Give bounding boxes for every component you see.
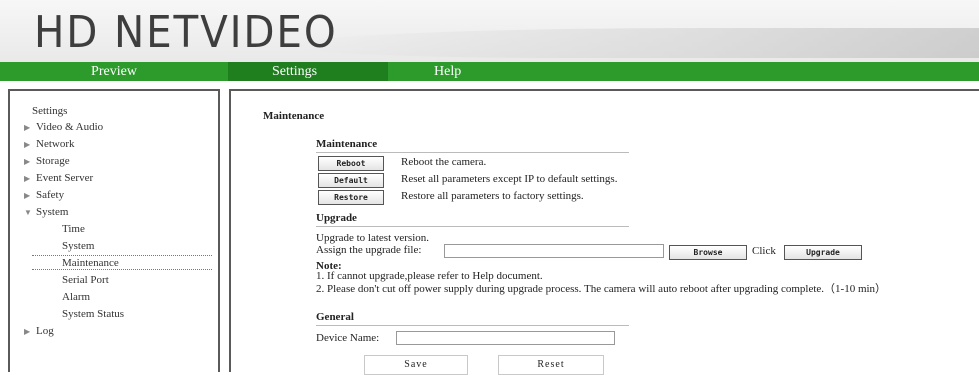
page-title: Maintenance — [263, 110, 325, 122]
sidebar-subitem-time[interactable]: Time — [62, 222, 85, 237]
sidebar-item-label: Event Server — [36, 172, 94, 184]
sidebar-item-video-audio[interactable]: ▶ Video & Audio — [24, 120, 103, 135]
sidebar-subitem-system-status[interactable]: System Status — [62, 307, 124, 322]
caret-right-icon: ▶ — [24, 140, 31, 149]
upgrade-description: Upgrade to latest version. — [316, 232, 430, 244]
sidebar-subitem-system[interactable]: System — [62, 239, 94, 254]
sidebar-subitem-alarm[interactable]: Alarm — [62, 290, 90, 305]
click-label: Click — [752, 245, 776, 257]
maintenance-section-title: Maintenance — [316, 138, 378, 150]
sidebar-item-storage[interactable]: ▶ Storage — [24, 154, 70, 169]
tab-preview[interactable]: Preview — [0, 62, 228, 81]
device-name-input[interactable] — [396, 331, 615, 345]
caret-right-icon: ▶ — [24, 123, 31, 132]
sidebar-subitem-serial-port[interactable]: Serial Port — [62, 273, 109, 288]
sidebar-heading: Settings — [32, 105, 68, 117]
sidebar-item-label: Storage — [36, 155, 70, 167]
default-button[interactable]: Default — [318, 173, 384, 188]
divider — [316, 226, 629, 227]
tab-help[interactable]: Help — [434, 62, 514, 81]
sidebar-item-label: Log — [36, 325, 54, 337]
sidebar-item-label: Network — [36, 138, 75, 150]
general-section-title: General — [316, 311, 354, 323]
save-button[interactable]: Save — [364, 355, 468, 375]
nav-bar: Preview Settings Help — [0, 62, 979, 81]
caret-right-icon: ▶ — [24, 174, 31, 183]
restore-description: Restore all parameters to factory settin… — [401, 190, 584, 202]
sidebar-item-label: System — [36, 206, 69, 218]
logo: HD NETVIDEO — [34, 7, 338, 58]
header-swoosh — [289, 28, 979, 58]
upgrade-button[interactable]: Upgrade — [784, 245, 862, 260]
sidebar-item-event-server[interactable]: ▶ Event Server — [24, 171, 93, 186]
sidebar-item-log[interactable]: ▶ Log — [24, 324, 54, 339]
browse-button[interactable]: Browse — [669, 245, 747, 260]
nav-gap — [0, 81, 979, 89]
default-description: Reset all parameters except IP to defaul… — [401, 173, 618, 185]
upgrade-file-input[interactable] — [444, 244, 664, 258]
restore-button[interactable]: Restore — [318, 190, 384, 205]
sidebar-item-safety[interactable]: ▶ Safety — [24, 188, 64, 203]
main-panel: Maintenance Maintenance Reboot Reboot th… — [229, 89, 979, 375]
reset-button[interactable]: Reset — [498, 355, 604, 375]
divider — [316, 325, 629, 326]
sidebar: Settings ▶ Video & Audio ▶ Network ▶ Storag… — [8, 89, 220, 372]
header: HD NETVIDEO — [0, 0, 979, 63]
divider — [316, 152, 629, 153]
sidebar-item-system[interactable]: ▼ System — [24, 205, 68, 220]
sidebar-subitem-maintenance[interactable]: Maintenance — [32, 255, 212, 270]
reboot-description: Reboot the camera. — [401, 156, 487, 168]
upgrade-file-label: Assign the upgrade file: — [316, 244, 422, 256]
sidebar-item-network[interactable]: ▶ Network — [24, 137, 75, 152]
caret-right-icon: ▶ — [24, 191, 31, 200]
sidebar-item-label: Video & Audio — [36, 121, 104, 133]
caret-right-icon: ▶ — [24, 327, 31, 336]
note-line-2: 2. Please don't cut off power supply dur… — [316, 283, 887, 295]
upgrade-section-title: Upgrade — [316, 212, 357, 224]
tab-settings[interactable]: Settings — [228, 62, 388, 81]
caret-down-icon: ▼ — [24, 208, 32, 217]
sidebar-item-label: Safety — [36, 189, 65, 201]
device-name-label: Device Name: — [316, 332, 380, 344]
caret-right-icon: ▶ — [24, 157, 31, 166]
reboot-button[interactable]: Reboot — [318, 156, 384, 171]
